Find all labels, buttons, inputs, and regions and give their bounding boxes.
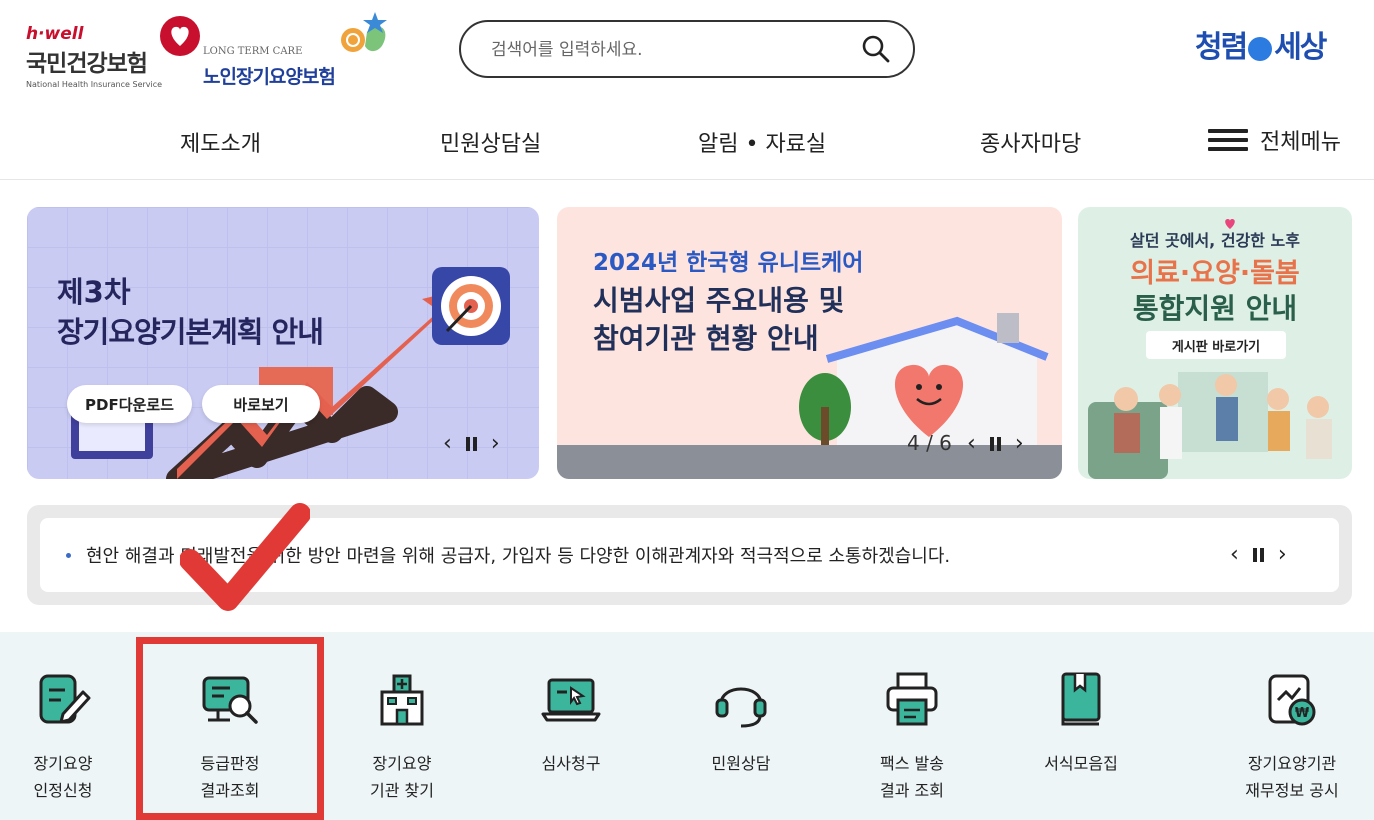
board-shortcut-button[interactable]: 게시판 바로가기 [1146, 331, 1286, 359]
prev-icon[interactable]: ‹ [443, 431, 452, 456]
quick-item-find-facility[interactable]: 장기요양 기관 찾기 [327, 632, 477, 820]
globe-icon [1248, 36, 1273, 61]
pause-icon[interactable] [465, 436, 477, 451]
prev-icon[interactable]: ‹ [967, 431, 976, 456]
ltc-logo[interactable]: LONG TERM CARE 노인장기요양보험 [203, 10, 393, 88]
quick-item-label: 장기요양 기관 찾기 [370, 754, 434, 800]
banner-subtitle: 살던 곳에서, 건강한 노후 [1130, 231, 1300, 250]
banner-controls: ‹ › [443, 431, 500, 456]
search-icon[interactable] [859, 32, 893, 66]
banner-controls: ‹ › [967, 431, 1024, 456]
pause-icon[interactable] [989, 436, 1001, 451]
document-pen-icon [39, 674, 91, 724]
nav-item-civil-service[interactable]: 민원상담실 [440, 126, 541, 158]
nhis-english-name: National Health Insurance Service [26, 80, 163, 89]
quick-item-label: 팩스 발송 결과 조회 [880, 754, 944, 800]
nav-item-system-intro[interactable]: 제도소개 [180, 126, 261, 158]
pause-icon[interactable] [1252, 547, 1264, 562]
banner-title-line2: 통합지원 안내 [1132, 292, 1298, 325]
highlight-box [136, 637, 324, 820]
banner-integrated-support[interactable]: 살던 곳에서, 건강한 노후 의료·요양·돌봄 통합지원 안내 게시판 바로가기 [1078, 207, 1352, 479]
hospital-icon [380, 674, 424, 726]
printer-icon [886, 672, 938, 726]
all-menu-button[interactable]: 전체메뉴 [1208, 124, 1341, 156]
quick-item-label: 민원상담 [711, 754, 771, 773]
pdf-download-button[interactable]: PDF다운로드 [67, 385, 192, 423]
quick-item-fax-result[interactable]: 팩스 발송 결과 조회 [837, 632, 987, 820]
svg-text:₩: ₩ [1295, 706, 1310, 721]
nhis-name: 국민건강보험 [26, 51, 148, 77]
banner-title-line2: 참여기관 현황 안내 [593, 322, 819, 355]
bullet-icon [66, 553, 71, 558]
laptop-icon [541, 678, 601, 722]
nav-item-workers[interactable]: 종사자마당 [980, 126, 1081, 158]
ltc-english-name: LONG TERM CARE [203, 46, 303, 57]
quick-item-label: 장기요양기관 재무정보 공시 [1245, 754, 1339, 800]
next-icon[interactable]: › [1278, 542, 1287, 567]
nav-item-notice-resources[interactable]: 알림 • 자료실 [698, 126, 826, 158]
banner-title-line1: 의료·요양·돌봄 [1130, 258, 1300, 289]
quick-item-civil-consult[interactable]: 민원상담 [666, 632, 816, 820]
ltc-name: 노인장기요양보험 [203, 66, 336, 88]
notice-controls: ‹ › [1230, 542, 1287, 567]
clean-logo-right: 세상 [1274, 30, 1327, 65]
site-header: h·well 국민건강보험 National Health Insurance … [0, 0, 1374, 180]
banner-ltc-plan[interactable]: 제3차 장기요양기본계획 안내 PDF다운로드 바로보기 ‹ › [27, 207, 539, 479]
hwell-wordmark: h·well [26, 24, 84, 44]
quick-item-forms[interactable]: 서식모음집 [1006, 632, 1156, 820]
flower-logo-icon [341, 12, 387, 52]
view-now-button[interactable]: 바로보기 [202, 385, 320, 423]
banner-subtitle: 2024년 한국형 유니트케어 [593, 250, 864, 276]
quick-item-certification-apply[interactable]: 장기요양 인정신청 [0, 632, 138, 820]
clean-world-logo[interactable]: 청렴 세상 [1195, 22, 1327, 66]
slide-counter: 4 / 6 [907, 431, 952, 455]
headset-icon [715, 687, 767, 728]
checkmark-icon [180, 503, 310, 611]
book-icon [1061, 672, 1101, 726]
quick-item-label: 서식모음집 [1044, 754, 1118, 773]
banner-title-line1: 시범사업 주요내용 및 [593, 284, 845, 317]
main-navigation: 제도소개 민원상담실 알림 • 자료실 종사자마당 전체메뉴 [0, 110, 1374, 170]
next-icon[interactable]: › [491, 431, 500, 456]
quick-item-financial-disclosure[interactable]: ₩ 장기요양기관 재무정보 공시 [1217, 632, 1367, 820]
quick-item-label: 심사청구 [541, 754, 601, 773]
banner-title-line2: 장기요양기본계획 안내 [57, 315, 324, 349]
banner-title-line1: 제3차 [57, 275, 131, 309]
clean-logo-left: 청렴 [1195, 30, 1248, 65]
next-icon[interactable]: › [1015, 431, 1024, 456]
all-menu-label: 전체메뉴 [1260, 130, 1341, 155]
quick-item-review-claim[interactable]: 심사청구 [496, 632, 646, 820]
search-input[interactable] [491, 36, 851, 64]
hamburger-icon [1208, 129, 1248, 151]
nhis-logo[interactable]: h·well 국민건강보험 National Health Insurance … [26, 14, 201, 89]
quick-item-label: 장기요양 인정신청 [33, 754, 93, 800]
banner-unit-care[interactable]: 2024년 한국형 유니트케어 시범사업 주요내용 및 참여기관 현황 안내 4… [557, 207, 1062, 479]
search-box [459, 20, 915, 78]
finance-doc-icon: ₩ [1268, 674, 1316, 726]
prev-icon[interactable]: ‹ [1230, 542, 1239, 567]
